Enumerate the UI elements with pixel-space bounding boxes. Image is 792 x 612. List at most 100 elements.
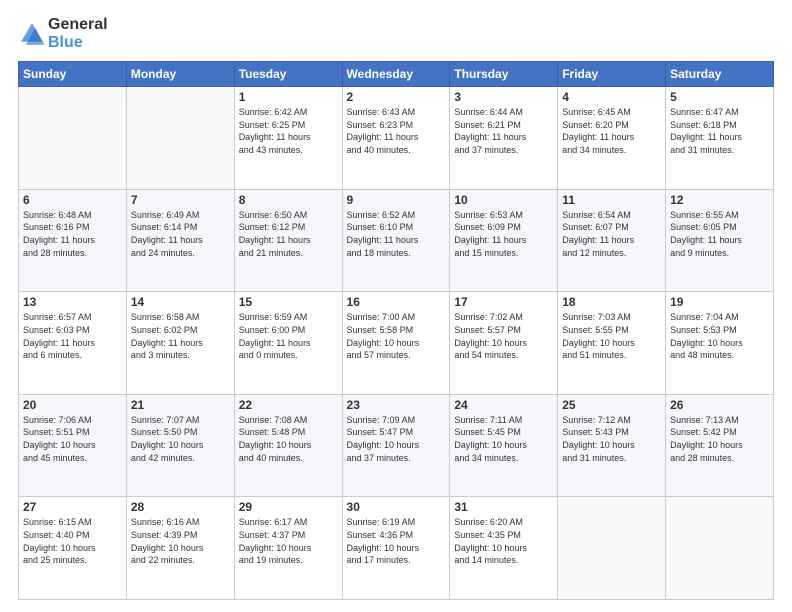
day-number: 4: [562, 90, 661, 104]
day-number: 27: [23, 500, 122, 514]
day-content: Sunrise: 6:20 AM Sunset: 4:35 PM Dayligh…: [454, 516, 553, 566]
day-number: 13: [23, 295, 122, 309]
day-number: 28: [131, 500, 230, 514]
logo-icon: [18, 20, 46, 48]
calendar-cell: 3 Sunrise: 6:44 AM Sunset: 6:21 PM Daylig…: [450, 87, 558, 190]
calendar-cell: 29 Sunrise: 6:17 AM Sunset: 4:37 PM Dayli…: [234, 497, 342, 600]
day-number: 31: [454, 500, 553, 514]
day-number: 9: [347, 193, 446, 207]
calendar-cell: 19Sunrise: 7:04 AM Sunset: 5:53 PM Dayli…: [666, 292, 774, 395]
day-content: Sunrise: 7:12 AM Sunset: 5:43 PM Dayligh…: [562, 414, 661, 464]
day-number: 11: [562, 193, 661, 207]
day-number: 7: [131, 193, 230, 207]
calendar-cell: 9 Sunrise: 6:52 AM Sunset: 6:10 PM Daylig…: [342, 189, 450, 292]
logo-text: General Blue: [48, 16, 108, 51]
calendar-cell: 16Sunrise: 7:00 AM Sunset: 5:58 PM Dayli…: [342, 292, 450, 395]
day-number: 30: [347, 500, 446, 514]
day-number: 15: [239, 295, 338, 309]
calendar-week-row: 1 Sunrise: 6:42 AM Sunset: 6:25 PM Daylig…: [19, 87, 774, 190]
calendar-cell: 7 Sunrise: 6:49 AM Sunset: 6:14 PM Daylig…: [126, 189, 234, 292]
calendar-cell: 17 Sunrise: 7:02 AM Sunset: 5:57 PM Dayli…: [450, 292, 558, 395]
day-content: Sunrise: 6:57 AM Sunset: 6:03 PM Dayligh…: [23, 311, 122, 361]
day-content: Sunrise: 6:50 AM Sunset: 6:12 PM Dayligh…: [239, 209, 338, 259]
calendar-cell: 25 Sunrise: 7:12 AM Sunset: 5:43 PM Dayli…: [558, 394, 666, 497]
day-content: Sunrise: 7:02 AM Sunset: 5:57 PM Dayligh…: [454, 311, 553, 361]
day-content: Sunrise: 6:55 AM Sunset: 6:05 PM Dayligh…: [670, 209, 769, 259]
day-number: 6: [23, 193, 122, 207]
calendar-header-row: Sunday Monday Tuesday Wednesday Thursday…: [19, 62, 774, 87]
day-number: 5: [670, 90, 769, 104]
calendar-cell: 14 Sunrise: 6:58 AM Sunset: 6:02 PM Dayli…: [126, 292, 234, 395]
day-content: Sunrise: 6:53 AM Sunset: 6:09 PM Dayligh…: [454, 209, 553, 259]
col-sunday: Sunday: [19, 62, 127, 87]
calendar-cell: 1 Sunrise: 6:42 AM Sunset: 6:25 PM Daylig…: [234, 87, 342, 190]
day-content: Sunrise: 6:47 AM Sunset: 6:18 PM Dayligh…: [670, 106, 769, 156]
day-content: Sunrise: 6:45 AM Sunset: 6:20 PM Dayligh…: [562, 106, 661, 156]
calendar-cell: 10 Sunrise: 6:53 AM Sunset: 6:09 PM Dayli…: [450, 189, 558, 292]
day-number: 26: [670, 398, 769, 412]
day-content: Sunrise: 6:49 AM Sunset: 6:14 PM Dayligh…: [131, 209, 230, 259]
calendar-cell: 13 Sunrise: 6:57 AM Sunset: 6:03 PM Dayli…: [19, 292, 127, 395]
day-number: 14: [131, 295, 230, 309]
day-content: Sunrise: 6:58 AM Sunset: 6:02 PM Dayligh…: [131, 311, 230, 361]
day-number: 29: [239, 500, 338, 514]
calendar-week-row: 6 Sunrise: 6:48 AM Sunset: 6:16 PM Daylig…: [19, 189, 774, 292]
calendar-cell: 26Sunrise: 7:13 AM Sunset: 5:42 PM Dayli…: [666, 394, 774, 497]
day-content: Sunrise: 7:06 AM Sunset: 5:51 PM Dayligh…: [23, 414, 122, 464]
calendar-cell: 12Sunrise: 6:55 AM Sunset: 6:05 PM Dayli…: [666, 189, 774, 292]
day-content: Sunrise: 7:04 AM Sunset: 5:53 PM Dayligh…: [670, 311, 769, 361]
calendar-cell: 28 Sunrise: 6:16 AM Sunset: 4:39 PM Dayli…: [126, 497, 234, 600]
calendar-cell: 27 Sunrise: 6:15 AM Sunset: 4:40 PM Dayli…: [19, 497, 127, 600]
day-number: 20: [23, 398, 122, 412]
header: General Blue: [18, 16, 774, 51]
calendar-week-row: 20 Sunrise: 7:06 AM Sunset: 5:51 PM Dayli…: [19, 394, 774, 497]
calendar-cell: 8 Sunrise: 6:50 AM Sunset: 6:12 PM Daylig…: [234, 189, 342, 292]
calendar-cell: 11 Sunrise: 6:54 AM Sunset: 6:07 PM Dayli…: [558, 189, 666, 292]
day-content: Sunrise: 6:54 AM Sunset: 6:07 PM Dayligh…: [562, 209, 661, 259]
calendar-cell: 15Sunrise: 6:59 AM Sunset: 6:00 PM Dayli…: [234, 292, 342, 395]
calendar-cell: 24Sunrise: 7:11 AM Sunset: 5:45 PM Dayli…: [450, 394, 558, 497]
day-content: Sunrise: 7:08 AM Sunset: 5:48 PM Dayligh…: [239, 414, 338, 464]
day-number: 18: [562, 295, 661, 309]
col-thursday: Thursday: [450, 62, 558, 87]
calendar-cell: 30 Sunrise: 6:19 AM Sunset: 4:36 PM Dayli…: [342, 497, 450, 600]
calendar-cell: 6 Sunrise: 6:48 AM Sunset: 6:16 PM Daylig…: [19, 189, 127, 292]
calendar-cell: [558, 497, 666, 600]
day-number: 25: [562, 398, 661, 412]
calendar-cell: 2 Sunrise: 6:43 AM Sunset: 6:23 PM Daylig…: [342, 87, 450, 190]
day-content: Sunrise: 6:48 AM Sunset: 6:16 PM Dayligh…: [23, 209, 122, 259]
calendar-week-row: 13 Sunrise: 6:57 AM Sunset: 6:03 PM Dayli…: [19, 292, 774, 395]
day-content: Sunrise: 6:43 AM Sunset: 6:23 PM Dayligh…: [347, 106, 446, 156]
day-content: Sunrise: 6:44 AM Sunset: 6:21 PM Dayligh…: [454, 106, 553, 156]
day-content: Sunrise: 7:07 AM Sunset: 5:50 PM Dayligh…: [131, 414, 230, 464]
col-monday: Monday: [126, 62, 234, 87]
calendar-cell: [19, 87, 127, 190]
calendar-cell: 23Sunrise: 7:09 AM Sunset: 5:47 PM Dayli…: [342, 394, 450, 497]
calendar-cell: 18 Sunrise: 7:03 AM Sunset: 5:55 PM Dayli…: [558, 292, 666, 395]
day-number: 1: [239, 90, 338, 104]
day-content: Sunrise: 6:17 AM Sunset: 4:37 PM Dayligh…: [239, 516, 338, 566]
col-wednesday: Wednesday: [342, 62, 450, 87]
day-number: 2: [347, 90, 446, 104]
day-content: Sunrise: 7:11 AM Sunset: 5:45 PM Dayligh…: [454, 414, 553, 464]
calendar-cell: 4 Sunrise: 6:45 AM Sunset: 6:20 PM Daylig…: [558, 87, 666, 190]
day-content: Sunrise: 6:15 AM Sunset: 4:40 PM Dayligh…: [23, 516, 122, 566]
day-number: 3: [454, 90, 553, 104]
logo: General Blue: [18, 16, 108, 51]
day-number: 22: [239, 398, 338, 412]
day-number: 10: [454, 193, 553, 207]
calendar-cell: 31 Sunrise: 6:20 AM Sunset: 4:35 PM Dayli…: [450, 497, 558, 600]
calendar-cell: 21Sunrise: 7:07 AM Sunset: 5:50 PM Dayli…: [126, 394, 234, 497]
day-content: Sunrise: 7:03 AM Sunset: 5:55 PM Dayligh…: [562, 311, 661, 361]
day-number: 17: [454, 295, 553, 309]
day-content: Sunrise: 6:52 AM Sunset: 6:10 PM Dayligh…: [347, 209, 446, 259]
day-content: Sunrise: 6:19 AM Sunset: 4:36 PM Dayligh…: [347, 516, 446, 566]
day-number: 8: [239, 193, 338, 207]
calendar-table: Sunday Monday Tuesday Wednesday Thursday…: [18, 61, 774, 600]
col-tuesday: Tuesday: [234, 62, 342, 87]
day-content: Sunrise: 6:42 AM Sunset: 6:25 PM Dayligh…: [239, 106, 338, 156]
day-content: Sunrise: 6:16 AM Sunset: 4:39 PM Dayligh…: [131, 516, 230, 566]
calendar-cell: 20 Sunrise: 7:06 AM Sunset: 5:51 PM Dayli…: [19, 394, 127, 497]
day-content: Sunrise: 7:00 AM Sunset: 5:58 PM Dayligh…: [347, 311, 446, 361]
col-saturday: Saturday: [666, 62, 774, 87]
